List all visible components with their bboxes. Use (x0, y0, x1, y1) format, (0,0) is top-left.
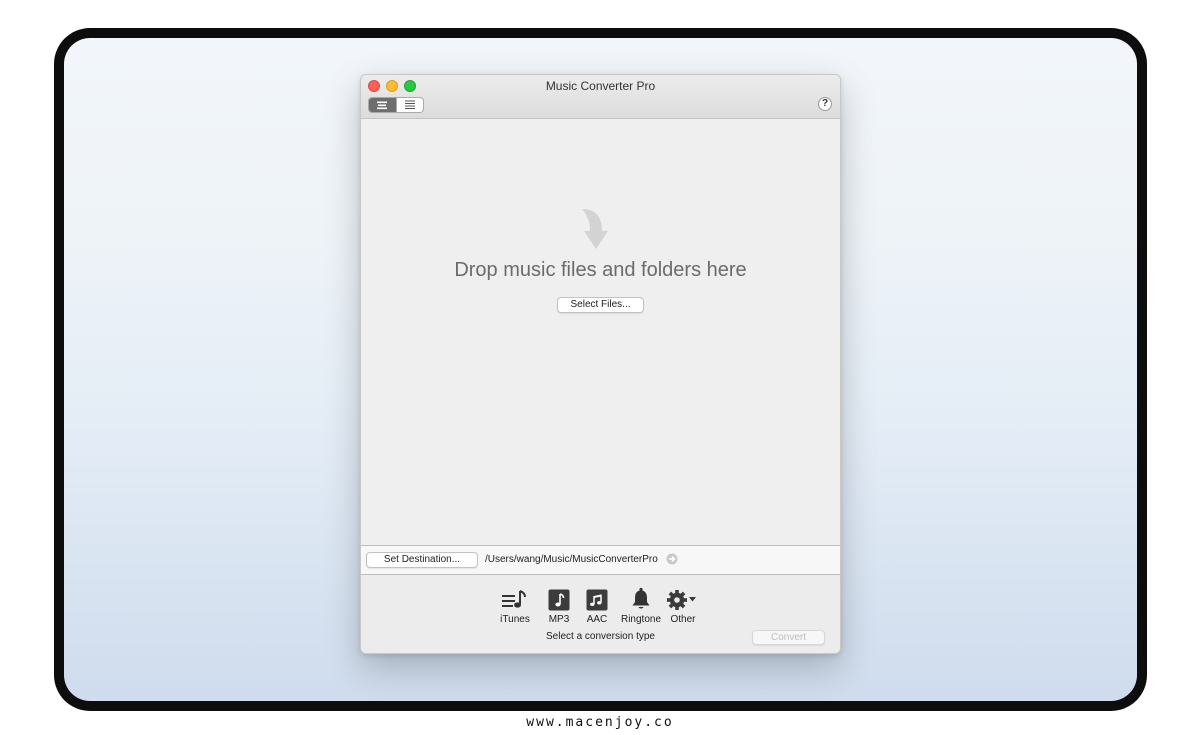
device-frame: Music Converter Pro ? Drop music files a… (54, 28, 1147, 711)
conversion-panel: iTunes MP3 AAC Ringtone Other Select a c… (361, 575, 840, 653)
select-files-button[interactable]: Select Files... (557, 297, 644, 313)
window-title: Music Converter Pro (545, 79, 656, 93)
mp3-label: MP3 (548, 614, 570, 625)
compact-list-icon (377, 101, 388, 109)
drop-instructions: Drop music files and folders here (454, 259, 747, 281)
itunes-conversion-button[interactable]: iTunes (495, 585, 535, 625)
itunes-label: iTunes (500, 614, 530, 625)
aac-conversion-button[interactable]: AAC (577, 585, 617, 625)
view-mode-toggle[interactable] (368, 97, 424, 113)
itunes-icon (502, 590, 526, 608)
compact-view-button[interactable] (369, 98, 396, 112)
bell-icon (632, 587, 650, 609)
other-label: Other (670, 614, 696, 625)
mp3-icon (548, 589, 570, 611)
help-button[interactable]: ? (818, 97, 832, 111)
aac-icon (586, 589, 608, 611)
aac-label: AAC (586, 614, 608, 625)
ringtone-conversion-button[interactable]: Ringtone (617, 585, 665, 625)
ringtone-label: Ringtone (620, 614, 662, 625)
destination-path: /Users/wang/Music/MusicConverterPro (485, 554, 658, 565)
list-view-button[interactable] (395, 98, 424, 112)
app-window: Music Converter Pro ? Drop music files a… (360, 74, 841, 654)
dropdown-caret-icon (689, 597, 696, 602)
other-conversion-button[interactable]: Other (663, 585, 703, 625)
watermark: www.macenjoy.co (526, 715, 674, 730)
drop-zone[interactable]: Drop music files and folders here Select… (361, 119, 840, 545)
drop-arrow-icon (582, 209, 608, 249)
destination-bar: Set Destination... /Users/wang/Music/Mus… (361, 545, 840, 575)
set-destination-button[interactable]: Set Destination... (366, 552, 478, 568)
list-icon (404, 100, 415, 109)
mp3-conversion-button[interactable]: MP3 (539, 585, 579, 625)
title-bar[interactable]: Music Converter Pro ? (361, 75, 840, 119)
gear-icon (667, 590, 696, 610)
reveal-arrow-icon[interactable] (666, 553, 678, 565)
convert-button[interactable]: Convert (752, 630, 825, 645)
desktop-background: Music Converter Pro ? Drop music files a… (64, 38, 1137, 701)
